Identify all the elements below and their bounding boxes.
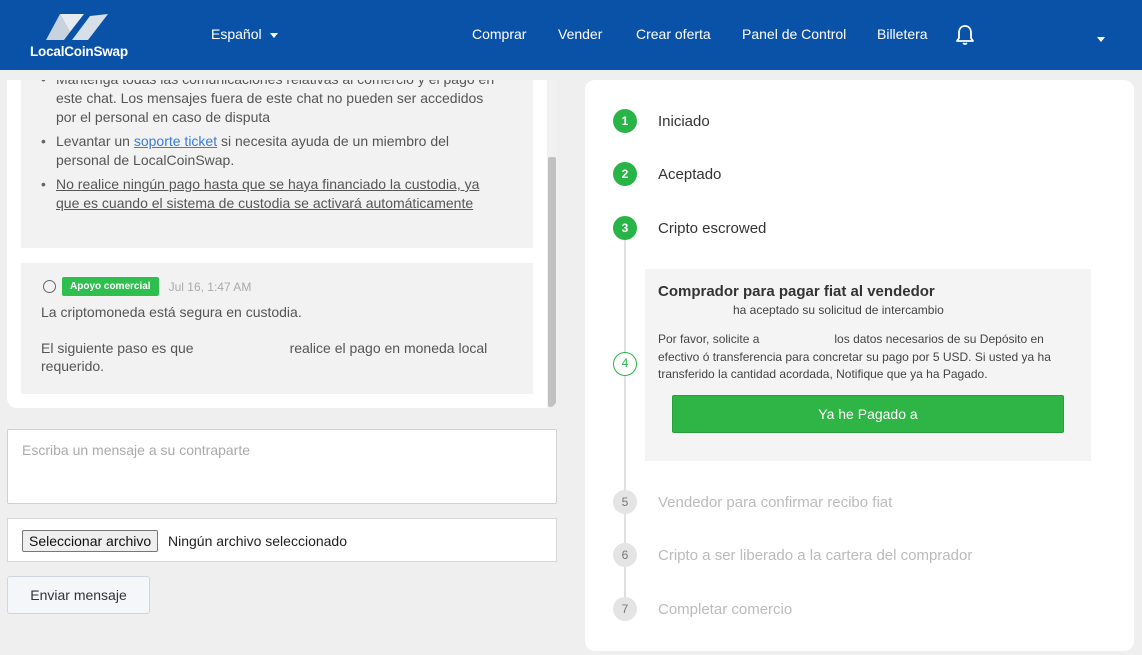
step-4-label: Comprador para pagar fiat al vendedor [658, 283, 935, 300]
select-file-button[interactable]: Seleccionar archivo [22, 530, 159, 552]
trade-steps-panel: 1 Iniciado 2 Aceptado 3 Cripto escrowed … [585, 80, 1134, 651]
message-line: La criptomoneda está segura en custodia. [41, 304, 302, 320]
nav-panel-de-control[interactable]: Panel de Control [742, 26, 846, 42]
active-step-subtitle: ha aceptado su solicitud de intercambio [733, 303, 944, 317]
user-menu-chevron-icon[interactable] [1097, 31, 1105, 49]
language-label: Español [211, 26, 262, 42]
chat-message: Apoyo comercial Jul 16, 1:47 AM La cript… [21, 263, 533, 394]
language-selector[interactable]: Español [211, 26, 278, 42]
file-upload: Seleccionar archivo Ningún archivo selec… [7, 518, 557, 562]
nav-comprar[interactable]: Comprar [472, 26, 526, 42]
logo-text: LocalCoinSwap [30, 44, 128, 59]
chat-scrollbar[interactable] [547, 80, 557, 408]
step-3-label: Cripto escrowed [658, 220, 767, 237]
message-line: El siguiente paso es que realice el pago … [41, 340, 488, 374]
step-3-circle: 3 [613, 216, 637, 240]
step-1-label: Iniciado [658, 113, 710, 130]
step-2-label: Aceptado [658, 166, 722, 183]
rule-item: No realice ningún pago hasta que se haya… [41, 175, 503, 213]
nav-vender[interactable]: Vender [558, 26, 602, 42]
send-message-button[interactable]: Enviar mensaje [7, 576, 150, 614]
message-input[interactable] [7, 429, 557, 504]
rule-item: Levantar un soporte ticket si necesita a… [41, 132, 503, 170]
step-1-circle: 1 [613, 109, 637, 133]
step-5-circle: 5 [613, 490, 637, 514]
step-6-label: Cripto a ser liberado a la cartera del c… [658, 547, 973, 564]
top-navbar: LocalCoinSwap Español Comprar Vender Cre… [0, 0, 1142, 70]
file-status: Ningún archivo seleccionado [168, 533, 347, 549]
user-icon [43, 280, 56, 293]
message-time: Jul 16, 1:47 AM [168, 279, 252, 294]
nav-crear-oferta[interactable]: Crear oferta [636, 26, 711, 42]
active-step-description: Por favor, solicite a los datos necesario… [658, 332, 1051, 381]
step-4-circle: 4 [613, 352, 637, 376]
nav-billetera[interactable]: Billetera [877, 26, 928, 42]
logo-mark-icon [46, 14, 108, 40]
chat-rules: Mantenga todas las comunicaciones relati… [21, 80, 533, 248]
paid-button[interactable]: Ya he Pagado a [672, 395, 1064, 433]
rule-item: Mantenga todas las comunicaciones relati… [41, 80, 503, 127]
status-badge: Apoyo comercial [62, 277, 159, 296]
logo[interactable]: LocalCoinSwap [30, 10, 130, 62]
step-5-label: Vendedor para confirmar recibo fiat [658, 494, 893, 511]
active-step-box: Comprador para pagar fiat al vendedor ha… [645, 269, 1091, 461]
chat-panel: Mantenga todas las comunicaciones relati… [7, 80, 557, 408]
step-7-label: Completar comercio [658, 601, 793, 618]
step-6-circle: 6 [613, 543, 637, 567]
step-7-circle: 7 [613, 597, 637, 621]
bell-icon[interactable] [955, 24, 975, 51]
chevron-down-icon [269, 32, 278, 38]
scroll-thumb[interactable] [548, 157, 556, 407]
step-2-circle: 2 [613, 162, 637, 186]
message-header: Apoyo comercial Jul 16, 1:47 AM [43, 277, 251, 296]
support-ticket-link[interactable]: soporte ticket [134, 133, 217, 149]
